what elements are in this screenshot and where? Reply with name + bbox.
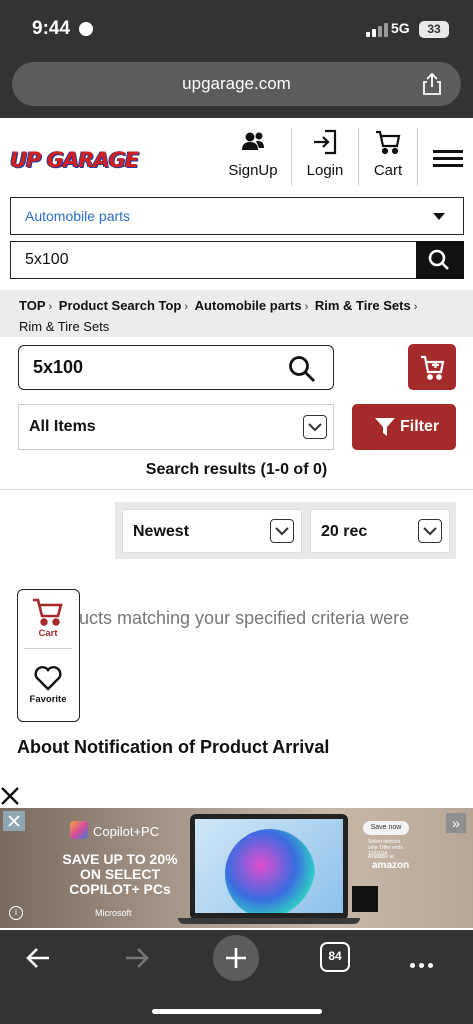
divider [24,648,72,649]
chevron-right-icon: › [48,301,53,313]
ad-cta-button[interactable]: Save now [363,821,409,835]
search-results-count: Search results (1-0 of 0) [145,461,328,478]
signup-label: SignUp [228,162,278,179]
category-select-value: Automobile parts [25,208,131,224]
cart-quick-button[interactable] [408,344,456,390]
header-search-value[interactable]: 5x100 [25,251,69,269]
ad-choices-icon[interactable]: » [446,813,466,833]
plus-icon [226,948,246,968]
new-tab-button[interactable] [213,935,259,981]
menu-icon[interactable] [433,150,463,167]
info-icon[interactable]: i [9,906,23,920]
forward-arrow-icon[interactable] [123,944,151,972]
floating-widget: Cart Favorite [17,589,80,722]
logo-text: UP GARAGE [10,148,139,172]
address-url[interactable]: upgarage.com [12,74,461,94]
copilot-logo-icon [70,821,88,839]
category-select[interactable]: Automobile parts [10,197,464,235]
floating-cart-button[interactable]: Cart [18,596,78,639]
divider [0,489,473,490]
cart-icon [33,598,63,626]
cart-icon [376,130,401,155]
sort-panel: Newest 20 rec [115,502,456,559]
chevron-right-icon: › [304,301,309,313]
ad-laptop-base [178,918,360,924]
tabs-button[interactable]: 84 [320,942,350,972]
filter-button-label: Filter [400,418,440,435]
ad-retailer: amazon [372,860,410,871]
breadcrumb-item[interactable]: Automobile parts [195,298,302,313]
chevron-right-icon: › [184,301,189,313]
product-search-value[interactable]: 5x100 [33,357,83,378]
sort-select[interactable]: Newest [122,509,302,553]
cart-icon [421,355,445,380]
search-icon [428,249,449,270]
heart-icon [34,666,62,691]
header-search-button[interactable] [416,241,464,279]
browser-chrome-top: 9:44 5G 33 upgarage.com [0,0,473,118]
status-indicator-icon [79,22,93,36]
ad-banner[interactable]: Copilot+PC SAVE UP TO 20% ON SELECT COPI… [0,808,473,928]
floating-cart-label: Cart [38,628,58,639]
chevron-down-icon [270,519,294,543]
search-icon[interactable] [287,354,317,384]
breadcrumb: TOP › Product Search Top › Automobile part… [0,290,473,337]
breadcrumb-item[interactable]: Product Search Top [59,298,182,313]
header-search-input[interactable]: 5x100 [10,241,464,279]
item-filter-select[interactable]: All Items [18,404,334,450]
header-divider [358,128,359,186]
processor-badge-icon [352,886,378,912]
breadcrumb-item[interactable]: Rim & Tire Sets [315,298,411,313]
site-header: UP GARAGE SignUp Login Cart [0,118,473,192]
sort-select-value: Newest [133,523,190,540]
ad-dismiss-icon[interactable] [3,811,25,831]
floating-favorite-button[interactable]: Favorite [18,664,78,705]
cellular-signal-icon [366,23,388,37]
network-type: 5G [391,20,410,36]
per-page-select[interactable]: 20 rec [310,509,450,553]
login-label: Login [306,162,344,179]
chevron-down-icon [418,519,442,543]
more-icon[interactable] [410,955,437,973]
ad-laptop-image [190,814,348,920]
ad-brand: Copilot+PC [93,824,160,839]
ad-maker: Microsoft [95,908,132,918]
caret-down-icon [433,213,445,220]
floating-favorite-label: Favorite [29,694,67,705]
login-button[interactable]: Login [299,128,351,186]
chevron-down-icon [303,415,327,439]
chevron-right-icon: › [413,301,418,313]
per-page-select-value: 20 rec [321,523,368,540]
filter-button[interactable]: Filter [352,404,456,450]
login-icon [314,129,337,155]
notice-heading: About Notification of Product Arrival [17,737,330,757]
site-logo[interactable]: UP GARAGE [10,148,148,174]
product-search-input[interactable]: 5x100 [18,345,334,390]
breadcrumb-current: Rim & Tire Sets [19,319,110,334]
header-divider [291,128,292,186]
breadcrumb-item[interactable]: TOP [19,298,46,313]
status-time: 9:44 [32,18,71,39]
back-arrow-icon[interactable] [24,944,52,972]
no-results-message: ducts matching your specified criteria w… [69,608,410,628]
close-ad-icon[interactable] [0,786,20,806]
header-divider [417,128,418,186]
home-indicator [152,1009,322,1014]
cart-button[interactable]: Cart [366,128,410,186]
address-bar[interactable]: upgarage.com [12,62,461,106]
filter-icon [375,418,395,436]
signup-button[interactable]: SignUp [222,128,284,186]
users-icon [242,132,264,150]
item-filter-value: All Items [29,418,96,435]
share-icon[interactable] [421,72,443,96]
cart-label: Cart [373,162,403,179]
battery-indicator: 33 [419,21,449,38]
ad-headline: SAVE UP TO 20% ON SELECT COPILOT+ PCs [62,851,178,897]
